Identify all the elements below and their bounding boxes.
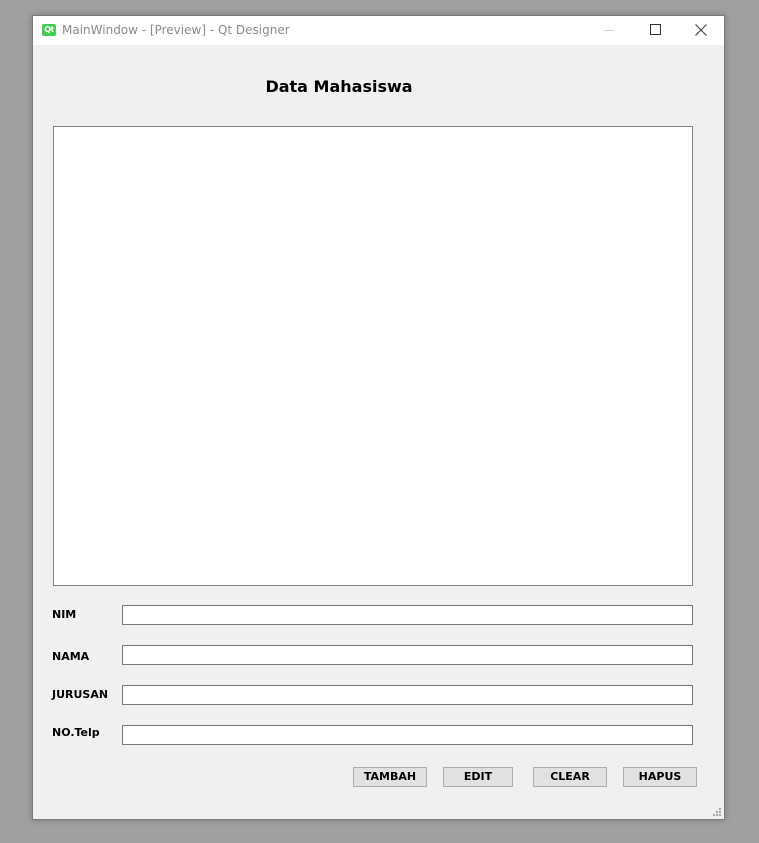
maximize-icon (650, 24, 661, 35)
nim-input[interactable] (122, 605, 693, 625)
size-grip-icon[interactable] (713, 808, 722, 817)
jurusan-input[interactable] (122, 685, 693, 705)
title-bar[interactable]: Qt MainWindow - [Preview] - Qt Designer (33, 16, 724, 45)
main-window: Qt MainWindow - [Preview] - Qt Designer … (32, 15, 725, 820)
nim-label: NIM (52, 608, 77, 621)
edit-button[interactable]: EDIT (443, 767, 513, 787)
nama-input[interactable] (122, 645, 693, 665)
qt-logo-icon: Qt (42, 24, 56, 36)
data-list-view[interactable] (53, 126, 693, 586)
maximize-button[interactable] (632, 16, 678, 45)
page-title: Data Mahasiswa (265, 77, 413, 96)
tambah-button[interactable]: TAMBAH (353, 767, 427, 787)
window-title: MainWindow - [Preview] - Qt Designer (62, 23, 290, 37)
clear-button[interactable]: CLEAR (533, 767, 607, 787)
minimize-icon (604, 30, 614, 31)
notelp-label: NO.Telp (52, 726, 100, 739)
minimize-button[interactable] (586, 16, 632, 45)
nama-label: NAMA (52, 650, 90, 663)
jurusan-label: JURUSAN (52, 688, 109, 701)
close-button[interactable] (678, 16, 724, 45)
notelp-input[interactable] (122, 725, 693, 745)
close-icon (695, 24, 707, 36)
hapus-button[interactable]: HAPUS (623, 767, 697, 787)
